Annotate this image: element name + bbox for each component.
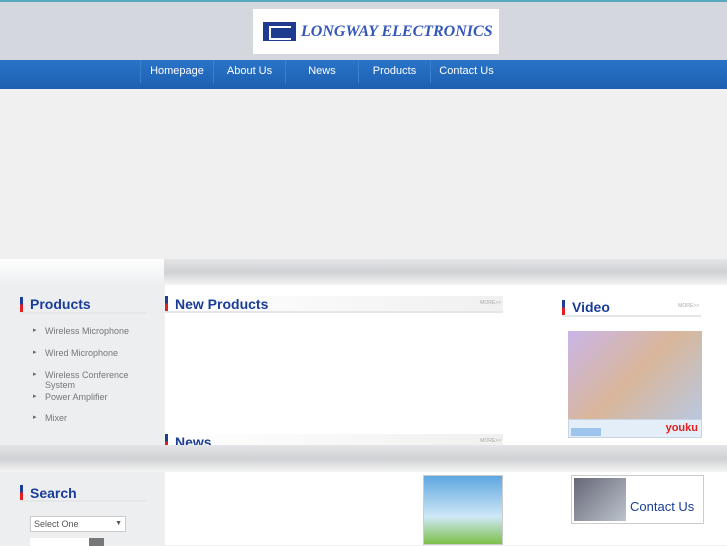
product-item[interactable]: Wireless Microphone: [33, 326, 135, 336]
products-heading: Products: [20, 296, 146, 314]
search-heading: Search: [20, 485, 146, 502]
video-heading: Video MORE>>: [562, 299, 701, 317]
logo[interactable]: LONGWAY ELECTRONICS: [253, 9, 499, 54]
heading-bar-icon: [20, 296, 23, 312]
heading-bar-icon: [165, 296, 168, 311]
band-divider: [0, 445, 727, 472]
play-button[interactable]: [571, 428, 601, 436]
product-image[interactable]: [423, 475, 503, 545]
product-item[interactable]: Wireless Conference System: [33, 370, 135, 390]
more-link[interactable]: MORE>>: [480, 438, 501, 444]
search-title: Search: [30, 484, 77, 501]
new-products-title: New Products: [175, 295, 269, 312]
contact-us-label: Contact Us: [630, 499, 695, 514]
products-title: Products: [30, 296, 91, 312]
youku-logo: youku: [665, 422, 698, 434]
more-link[interactable]: MORE>>: [480, 300, 501, 306]
handshake-image: [574, 478, 626, 521]
chevron-down-icon: ▼: [115, 520, 122, 527]
video-player[interactable]: [568, 331, 702, 419]
category-select[interactable]: Select One ▼: [30, 516, 126, 532]
banner: [0, 89, 727, 259]
nav-products[interactable]: Products: [358, 60, 430, 83]
search-sidebar: [0, 472, 164, 545]
heading-bar-icon: [562, 299, 565, 315]
nav-contact-us[interactable]: Contact Us: [430, 60, 502, 83]
nav-about-us[interactable]: About Us: [213, 60, 285, 83]
logo-text: LONGWAY ELECTRONICS: [301, 22, 493, 40]
video-title: Video: [572, 299, 610, 315]
product-item[interactable]: Wired Microphone: [33, 348, 135, 358]
logo-mark-icon: [263, 22, 296, 41]
left-band: [0, 259, 164, 285]
new-products-heading: New Products MORE>>: [165, 296, 503, 313]
contact-us-button[interactable]: Contact Us: [571, 475, 704, 524]
more-link[interactable]: MORE>>: [678, 303, 699, 309]
nav-homepage[interactable]: Homepage: [140, 60, 213, 83]
main-nav: Homepage About Us News Products Contact …: [0, 60, 727, 89]
nav-news[interactable]: News: [285, 60, 358, 83]
product-item[interactable]: Power Amplifier: [33, 392, 135, 402]
heading-bar-icon: [20, 485, 23, 500]
video-controls[interactable]: youku: [568, 419, 702, 438]
product-item[interactable]: Mixer: [33, 413, 135, 423]
